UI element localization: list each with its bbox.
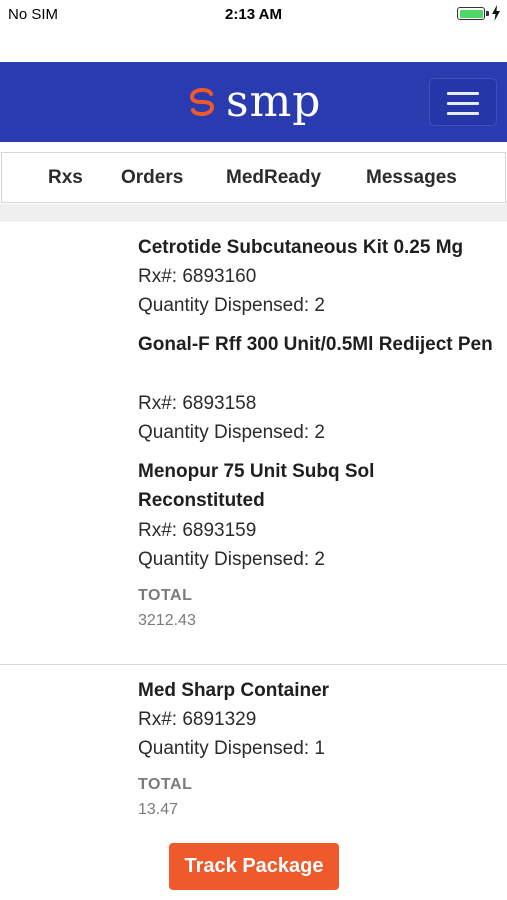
total-label: TOTAL [138,587,193,604]
section-divider [0,204,507,222]
item-rx-number: Rx#: 6893158 [138,393,257,414]
hamburger-icon-line [447,112,479,115]
status-bar: No SIM 2:13 AM [0,0,507,28]
tab-rxs[interactable]: Rxs [48,167,83,189]
item-quantity: Quantity Dispensed: 2 [138,295,325,316]
item-quantity: Quantity Dispensed: 2 [138,549,325,570]
total-value: 13.47 [138,801,179,818]
nav-tabs: Rxs Orders MedReady Messages [1,152,506,203]
battery-icon [457,7,485,20]
hamburger-icon-line [447,102,479,105]
brand-logo[interactable]: smp [184,78,321,126]
total-label: TOTAL [138,776,193,793]
hamburger-icon-line [447,92,479,95]
brand-name: smp [226,76,322,127]
app-header: smp [0,62,507,142]
item-rx-number: Rx#: 6891329 [138,709,257,730]
clock: 2:13 AM [225,6,282,23]
total-value: 3212.43 [138,612,196,629]
item-rx-number: Rx#: 6893160 [138,266,257,287]
item-name: Med Sharp Container [138,680,330,701]
item-name: Menopur 75 Unit Subq Sol Reconstituted [138,461,375,511]
menu-button[interactable] [429,78,497,126]
item-quantity: Quantity Dispensed: 1 [138,738,325,759]
item-name: Gonal-F Rff 300 Unit/0.5Ml Rediject Pen [138,334,493,355]
tab-medready[interactable]: MedReady [226,167,321,189]
item-rx-number: Rx#: 6893159 [138,520,257,541]
tab-messages[interactable]: Messages [366,167,457,189]
battery-tip [486,11,489,16]
tab-orders[interactable]: Orders [121,167,183,189]
charging-bolt-icon [492,5,500,21]
item-name: Cetrotide Subcutaneous Kit 0.25 Mg [138,237,464,258]
order-separator [0,664,507,665]
smp-logo-icon [189,88,215,116]
track-package-button[interactable]: Track Package [169,843,339,890]
item-quantity: Quantity Dispensed: 2 [138,422,325,443]
